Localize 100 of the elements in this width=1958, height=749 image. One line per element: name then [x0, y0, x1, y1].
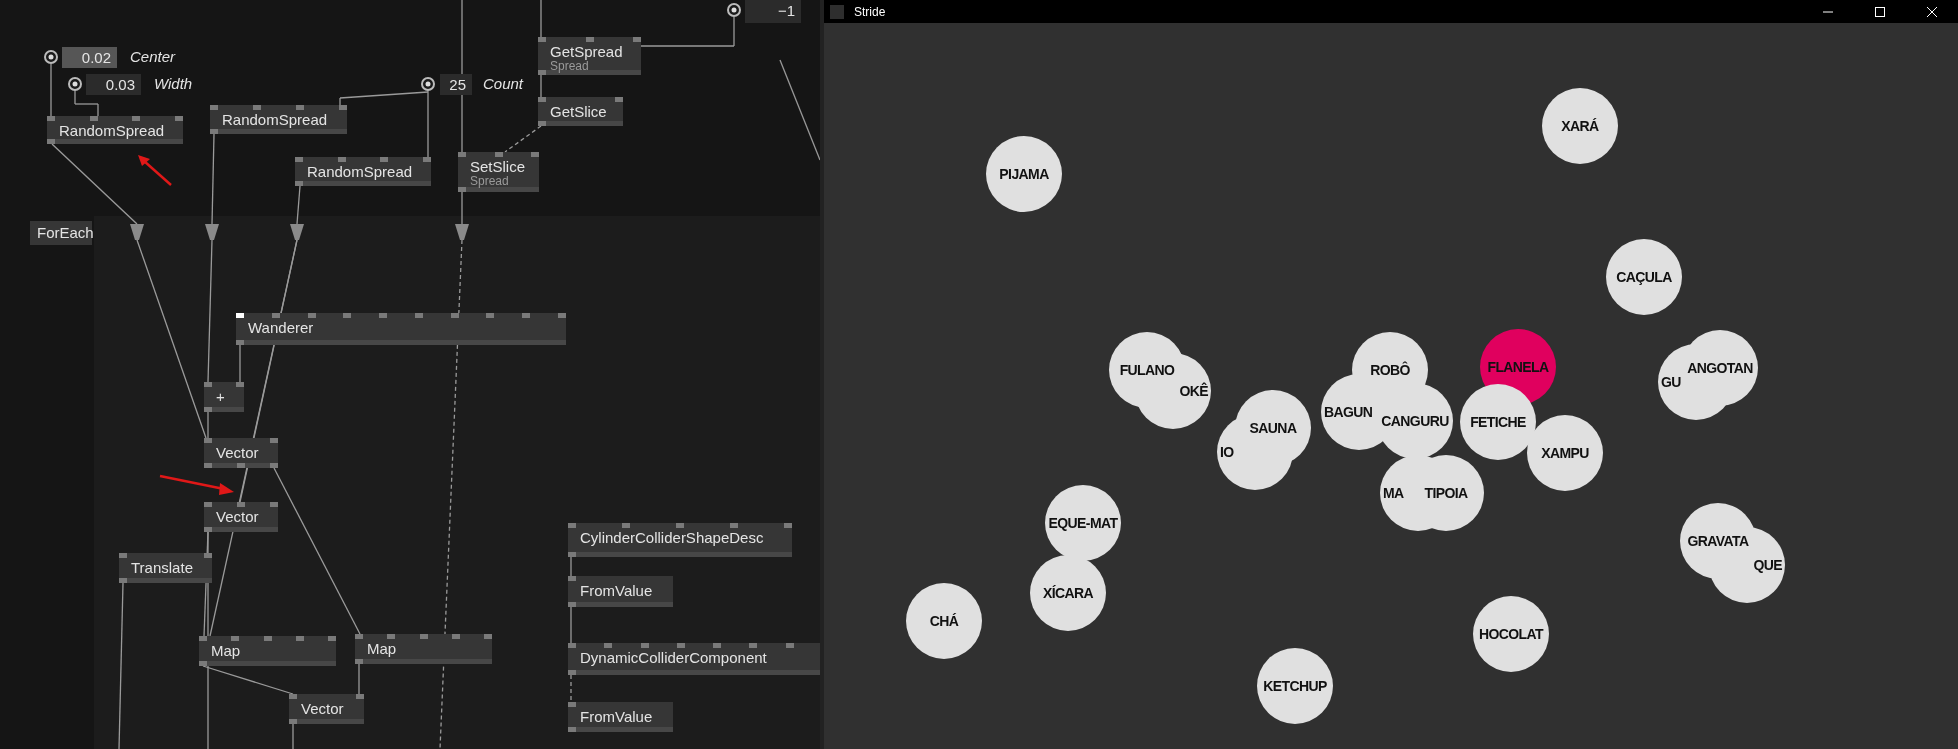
arrow-annotation	[136, 153, 174, 188]
node-title: FromValue	[580, 708, 654, 725]
ball-label: TIPOIA	[1424, 485, 1468, 501]
wire	[461, 191, 463, 225]
node-title: Map	[211, 642, 242, 659]
pin-icon[interactable]	[421, 77, 435, 91]
port[interactable]	[713, 643, 722, 648]
ball-label: IO	[1220, 444, 1234, 460]
value-field[interactable]: −1	[745, 0, 801, 23]
pin-label: Count	[483, 75, 524, 92]
port[interactable]	[231, 636, 240, 641]
port[interactable]	[640, 643, 649, 648]
ball-label: XARÁ	[1561, 118, 1599, 134]
close-icon	[1926, 5, 1938, 18]
wire	[292, 723, 294, 749]
node[interactable]: SetSlice Spread	[458, 152, 539, 192]
value-field[interactable]: 0.02	[62, 47, 117, 68]
node-title: Vector	[216, 444, 260, 461]
port[interactable]	[271, 313, 280, 318]
ball-label: FETICHE	[1470, 414, 1526, 430]
node-subtitle: Spread	[470, 175, 510, 188]
port[interactable]	[450, 313, 459, 318]
value-field[interactable]: 25	[440, 74, 472, 95]
port[interactable]	[379, 313, 388, 318]
wire	[296, 185, 301, 225]
port[interactable]	[676, 643, 685, 648]
inlet-icon[interactable]	[455, 224, 469, 240]
port[interactable]	[343, 313, 352, 318]
node[interactable]: Map	[199, 636, 336, 666]
port[interactable]	[604, 643, 613, 648]
node-title: Map	[367, 640, 398, 657]
ball-label: CANGURU	[1381, 413, 1449, 429]
inlet-icon[interactable]	[290, 224, 304, 240]
wire	[50, 63, 52, 117]
wire	[540, 74, 542, 98]
node-title: Vector	[301, 700, 345, 717]
ball-label: XÍCARA	[1042, 585, 1094, 601]
node-title: GetSlice	[550, 103, 608, 120]
node-title: SetSlice	[470, 158, 527, 175]
port[interactable]	[132, 116, 141, 121]
node[interactable]: ForEach	[30, 221, 92, 245]
node-title: GetSpread	[550, 43, 624, 60]
port[interactable]	[380, 157, 389, 162]
node[interactable]: DynamicColliderComponent	[568, 643, 820, 675]
node-title: DynamicColliderComponent	[580, 649, 768, 666]
node-subtitle: Spread	[550, 60, 589, 73]
port[interactable]	[522, 313, 531, 318]
wire	[570, 606, 572, 644]
port[interactable]	[263, 636, 272, 641]
ball-label: CAÇULA	[1616, 269, 1672, 285]
port[interactable]	[419, 634, 428, 639]
ball-label: FULANO	[1119, 362, 1175, 378]
node-title: Vector	[216, 508, 260, 525]
ball-label: ANGOTAN	[1687, 360, 1753, 376]
inlet-icon[interactable]	[130, 224, 144, 240]
pin-icon[interactable]	[727, 3, 741, 17]
node-title: CylinderColliderShapeDesc	[580, 529, 765, 546]
node[interactable]: RandomSpread	[295, 157, 431, 186]
ball-label: FLANELA	[1487, 359, 1549, 375]
app-icon	[830, 4, 844, 19]
ball-label: HOCOLAT	[1479, 626, 1543, 642]
port[interactable]	[451, 634, 460, 639]
inlet-icon[interactable]	[205, 224, 219, 240]
port[interactable]	[414, 313, 423, 318]
ball-label: PIJAMA	[999, 166, 1049, 182]
ball-label: GRAVATA	[1687, 533, 1749, 549]
node-title: Translate	[131, 559, 194, 576]
pin-icon[interactable]	[44, 50, 58, 64]
port[interactable]	[785, 643, 794, 648]
value-field[interactable]: 0.03	[86, 74, 141, 95]
ball-label: QUE	[1753, 557, 1782, 573]
port[interactable]	[494, 152, 503, 157]
ball-label: EQUE-MAT	[1048, 515, 1118, 531]
pin-icon[interactable]	[68, 77, 82, 91]
port[interactable]	[486, 313, 495, 318]
port[interactable]	[295, 636, 304, 641]
ball-label: KETCHUP	[1263, 678, 1327, 694]
wire	[540, 0, 542, 38]
wire	[570, 674, 572, 703]
port[interactable]	[387, 634, 396, 639]
wire	[570, 556, 572, 577]
ball-label: MA	[1383, 485, 1404, 501]
node-title: RandomSpread	[307, 163, 414, 180]
port[interactable]	[337, 157, 346, 162]
node[interactable]: RandomSpread	[47, 116, 183, 144]
ball-label: CHÁ	[929, 613, 959, 629]
node-title: Wanderer	[248, 319, 315, 336]
port[interactable]	[89, 116, 98, 121]
ball-label: BAGUN	[1324, 404, 1373, 420]
ball-label: ROBÔ	[1370, 362, 1410, 378]
node[interactable]: GetSpread Spread	[538, 37, 641, 75]
port[interactable]	[307, 313, 316, 318]
node-title: +	[216, 388, 226, 405]
node[interactable]: Map	[355, 634, 492, 664]
port[interactable]	[585, 37, 594, 42]
wire	[504, 125, 542, 153]
port[interactable]	[749, 643, 758, 648]
ball-label: OKÊ	[1179, 383, 1208, 399]
node[interactable]: Wanderer	[236, 313, 566, 345]
maximize-icon	[1874, 5, 1886, 18]
